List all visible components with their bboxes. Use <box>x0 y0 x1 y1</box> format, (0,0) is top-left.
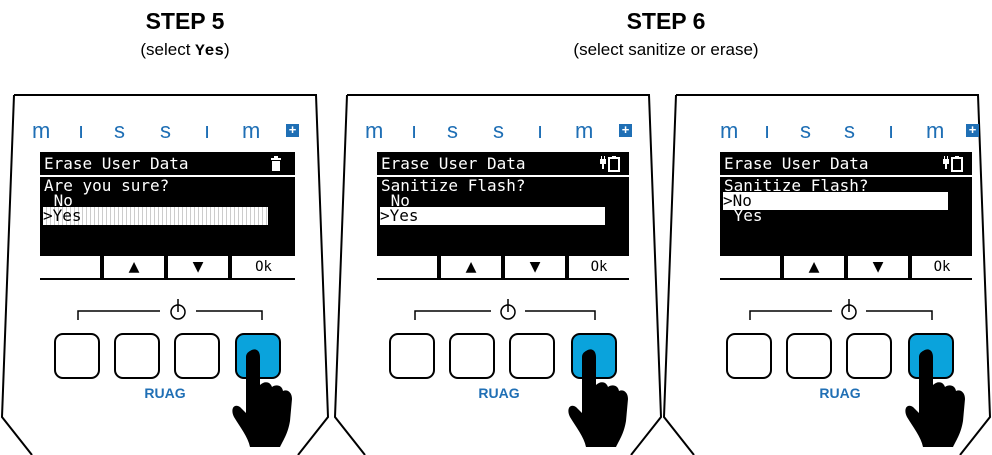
step5-subtitle-code: Yes <box>195 42 224 60</box>
brand-letter: m <box>242 118 261 143</box>
option-yes-selected[interactable]: >Yes <box>43 207 268 225</box>
brand-letter: s <box>447 118 458 143</box>
brand-letter: m <box>365 118 384 143</box>
brand-letter: ı <box>537 118 544 143</box>
step5-subtitle-suffix: ) <box>223 40 230 59</box>
plug-battery-icon <box>600 156 620 172</box>
brand-letter: ı <box>78 118 85 143</box>
hw-button-1[interactable] <box>54 333 100 379</box>
brand-letter: s <box>844 118 855 143</box>
pointing-hand-icon <box>568 349 628 447</box>
brand-logo: m ı s s ı m + <box>30 119 300 143</box>
brand-letter: ı <box>204 118 211 143</box>
brand-letter: m <box>32 118 51 143</box>
brand-letter: s <box>160 118 171 143</box>
softkey-ok[interactable]: Ok <box>912 256 972 278</box>
softkey-up[interactable]: ▲ <box>441 256 501 278</box>
screen-title: Erase User Data <box>44 154 189 173</box>
option-yes-selected[interactable]: >Yes <box>380 207 605 225</box>
ruag-logo: RUAG <box>144 385 186 401</box>
power-icon <box>77 299 263 320</box>
softkey-up[interactable]: ▲ <box>784 256 844 278</box>
brand-logo: m ı s s ı m + <box>363 119 633 143</box>
brand-letter: s <box>493 118 504 143</box>
brand-letter: s <box>114 118 125 143</box>
device-step6-b: m ı s s ı m + Erase User Data Sanitize F… <box>662 85 992 455</box>
brand-letter: m <box>720 118 739 143</box>
hw-button-1[interactable] <box>726 333 772 379</box>
brand-letter: m <box>926 118 945 143</box>
brand-letter: s <box>800 118 811 143</box>
step5-subtitle-prefix: (select <box>140 40 196 59</box>
step5-subtitle: (select Yes) <box>60 40 310 60</box>
plus-icon: + <box>966 123 979 137</box>
ruag-logo: RUAG <box>478 385 520 401</box>
softkey-down[interactable]: ▼ <box>505 256 565 278</box>
softkey-bar: ▲ ▼ Ok <box>377 256 632 278</box>
hw-button-2[interactable] <box>449 333 495 379</box>
plus-icon: + <box>286 123 299 137</box>
screen-title: Erase User Data <box>381 154 526 173</box>
softkey-1[interactable] <box>377 256 437 278</box>
plus-icon: + <box>619 123 632 137</box>
hw-button-3[interactable] <box>846 333 892 379</box>
hw-button-1[interactable] <box>389 333 435 379</box>
softkey-ok[interactable]: Ok <box>569 256 629 278</box>
ruag-logo: RUAG <box>819 385 861 401</box>
hw-button-3[interactable] <box>509 333 555 379</box>
pointing-hand-icon <box>905 349 965 447</box>
plug-battery-icon <box>943 156 963 172</box>
step6-subtitle: (select sanitize or erase) <box>573 40 759 59</box>
device-step5: m ı s s ı m + Erase User Data Are you su… <box>0 85 330 455</box>
softkey-bar: ▲ ▼ Ok <box>720 256 975 278</box>
brand-letter: ı <box>411 118 418 143</box>
brand-letter: ı <box>888 118 895 143</box>
softkey-down[interactable]: ▼ <box>168 256 228 278</box>
softkey-up[interactable]: ▲ <box>104 256 164 278</box>
option-yes[interactable]: Yes <box>724 207 763 225</box>
softkey-1[interactable] <box>40 256 100 278</box>
brand-logo: m ı s s ı m + <box>692 118 979 143</box>
softkey-down[interactable]: ▼ <box>848 256 908 278</box>
softkey-1[interactable] <box>720 256 780 278</box>
pointing-hand-icon <box>232 349 292 447</box>
device-step6-a: m ı s s ı m + Erase User Data Sanitize F… <box>333 85 663 455</box>
trash-icon <box>271 156 281 171</box>
brand-letter: ı <box>764 118 771 143</box>
hw-button-2[interactable] <box>786 333 832 379</box>
hw-button-3[interactable] <box>174 333 220 379</box>
lcd-screen: Erase User Data Sanitize Flash? No >Yes … <box>377 152 629 280</box>
softkey-ok[interactable]: Ok <box>232 256 295 278</box>
step6-title: STEP 6 <box>626 8 706 34</box>
hw-button-2[interactable] <box>114 333 160 379</box>
step5-title: STEP 5 <box>145 8 225 34</box>
brand-letter: m <box>575 118 594 143</box>
softkey-bar: ▲ ▼ Ok <box>40 256 295 278</box>
screen-title: Erase User Data <box>724 154 869 173</box>
lcd-screen: Erase User Data Are you sure? No >Yes ▲ … <box>40 152 295 280</box>
lcd-screen: Erase User Data Sanitize Flash? >No Yes … <box>720 152 972 280</box>
